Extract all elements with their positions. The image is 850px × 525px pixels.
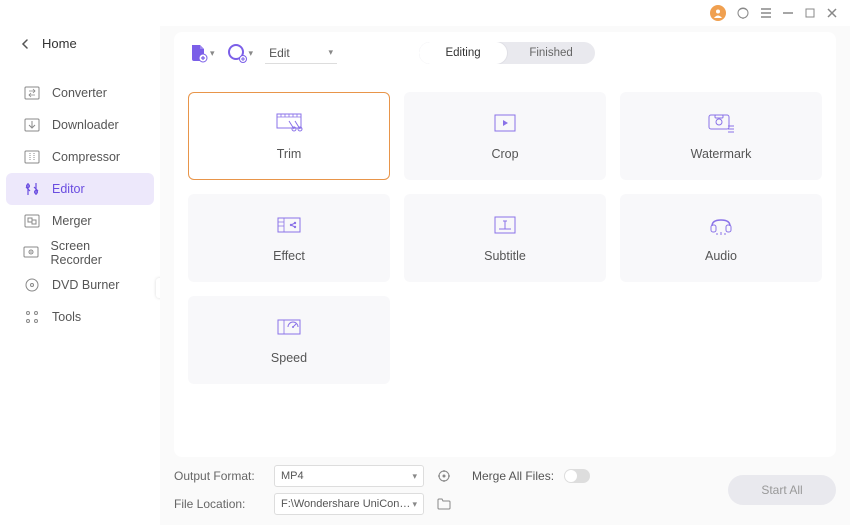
sidebar-item-tools[interactable]: Tools	[6, 301, 154, 333]
tab-finished[interactable]: Finished	[507, 42, 595, 64]
start-all-button[interactable]: Start All	[728, 475, 836, 505]
tile-audio[interactable]: Audio	[620, 194, 822, 282]
home-label: Home	[42, 36, 77, 51]
start-all-label: Start All	[761, 483, 802, 497]
output-settings-button[interactable]	[434, 469, 454, 483]
open-folder-button[interactable]	[434, 498, 454, 510]
sidebar-item-label: DVD Burner	[52, 278, 119, 292]
chevron-down-icon: ▾	[210, 48, 215, 59]
sidebar-item-converter[interactable]: Converter	[6, 77, 154, 109]
sidebar-item-label: Compressor	[52, 150, 120, 164]
bottom-bar: Output Format: MP4 ▾ Merge All Files: Fi…	[174, 465, 836, 515]
tile-label: Watermark	[691, 147, 752, 161]
tab-editing[interactable]: Editing	[419, 42, 507, 64]
file-location-select[interactable]: F:\Wondershare UniConverter 1 ▾	[274, 493, 424, 515]
close-button[interactable]	[826, 7, 838, 19]
screen-recorder-icon	[22, 246, 41, 260]
tools-grid: Trim Crop Watermark	[174, 72, 836, 394]
downloader-icon	[22, 118, 42, 132]
sidebar-item-label: Converter	[52, 86, 107, 100]
titlebar	[160, 0, 850, 26]
sidebar-item-label: Downloader	[52, 118, 119, 132]
subtitle-icon	[493, 213, 517, 237]
sidebar-item-downloader[interactable]: Downloader	[6, 109, 154, 141]
sidebar-item-label: Screen Recorder	[51, 239, 138, 267]
merger-icon	[22, 214, 42, 228]
audio-icon	[708, 213, 734, 237]
merge-label: Merge All Files:	[472, 469, 554, 483]
tile-label: Speed	[271, 351, 307, 365]
folder-icon	[437, 498, 451, 510]
home-button[interactable]: Home	[0, 28, 160, 59]
tile-crop[interactable]: Crop	[404, 92, 606, 180]
effect-icon	[276, 213, 302, 237]
tab-label: Editing	[445, 47, 480, 59]
tile-effect[interactable]: Effect	[188, 194, 390, 282]
output-format-select[interactable]: MP4 ▾	[274, 465, 424, 487]
editor-icon	[22, 181, 42, 197]
chevron-down-icon: ▾	[329, 47, 334, 58]
minimize-button[interactable]	[782, 7, 794, 19]
menu-icon[interactable]	[760, 7, 772, 19]
file-location-label: File Location:	[174, 497, 264, 511]
maximize-button[interactable]	[804, 7, 816, 19]
editor-panel: ▾ ▾ Edit ▾ Editing Fini	[174, 32, 836, 457]
sidebar-item-label: Editor	[52, 182, 85, 196]
crop-icon	[492, 111, 518, 135]
tile-label: Trim	[277, 147, 302, 161]
tools-icon	[22, 309, 42, 325]
converter-icon	[22, 86, 42, 100]
avatar[interactable]	[710, 5, 726, 21]
add-file-icon	[188, 43, 208, 63]
output-format-label: Output Format:	[174, 469, 264, 483]
merge-toggle[interactable]	[564, 469, 590, 483]
toolbar: ▾ ▾ Edit ▾ Editing Fini	[174, 32, 836, 72]
file-location-value: F:\Wondershare UniConverter 1	[281, 498, 412, 510]
chevron-down-icon: ▾	[412, 471, 417, 482]
speed-icon	[276, 315, 302, 339]
sidebar-item-label: Tools	[52, 310, 81, 324]
output-format-value: MP4	[281, 470, 304, 482]
sidebar-item-editor[interactable]: Editor	[6, 173, 154, 205]
tab-label: Finished	[529, 47, 572, 59]
compressor-icon	[22, 150, 42, 164]
sidebar: Home Converter Downloader Compressor Edi	[0, 0, 160, 525]
support-icon[interactable]	[736, 6, 750, 20]
status-tabs: Editing Finished	[419, 42, 595, 64]
dvd-burner-icon	[22, 277, 42, 293]
sidebar-item-screen-recorder[interactable]: Screen Recorder	[6, 237, 154, 269]
gear-icon	[437, 469, 451, 483]
edit-mode-select[interactable]: Edit ▾	[265, 42, 337, 64]
sidebar-item-merger[interactable]: Merger	[6, 205, 154, 237]
tile-speed[interactable]: Speed	[188, 296, 390, 384]
add-url-icon	[227, 43, 247, 63]
tile-label: Subtitle	[484, 249, 526, 263]
sidebar-item-label: Merger	[52, 214, 92, 228]
sidebar-item-dvd-burner[interactable]: DVD Burner	[6, 269, 154, 301]
tile-label: Effect	[273, 249, 305, 263]
sidebar-item-compressor[interactable]: Compressor	[6, 141, 154, 173]
tile-watermark[interactable]: Watermark	[620, 92, 822, 180]
trim-icon	[275, 111, 303, 135]
add-url-button[interactable]: ▾	[227, 43, 254, 63]
tile-label: Audio	[705, 249, 737, 263]
main-area: ▾ ▾ Edit ▾ Editing Fini	[160, 0, 850, 525]
chevron-left-icon	[16, 39, 34, 49]
tile-label: Crop	[491, 147, 518, 161]
watermark-icon	[706, 111, 736, 135]
chevron-down-icon: ▾	[412, 499, 417, 510]
chevron-down-icon: ▾	[249, 48, 254, 59]
tile-trim[interactable]: Trim	[188, 92, 390, 180]
tile-subtitle[interactable]: Subtitle	[404, 194, 606, 282]
add-file-button[interactable]: ▾	[188, 43, 215, 63]
edit-mode-value: Edit	[269, 46, 290, 60]
